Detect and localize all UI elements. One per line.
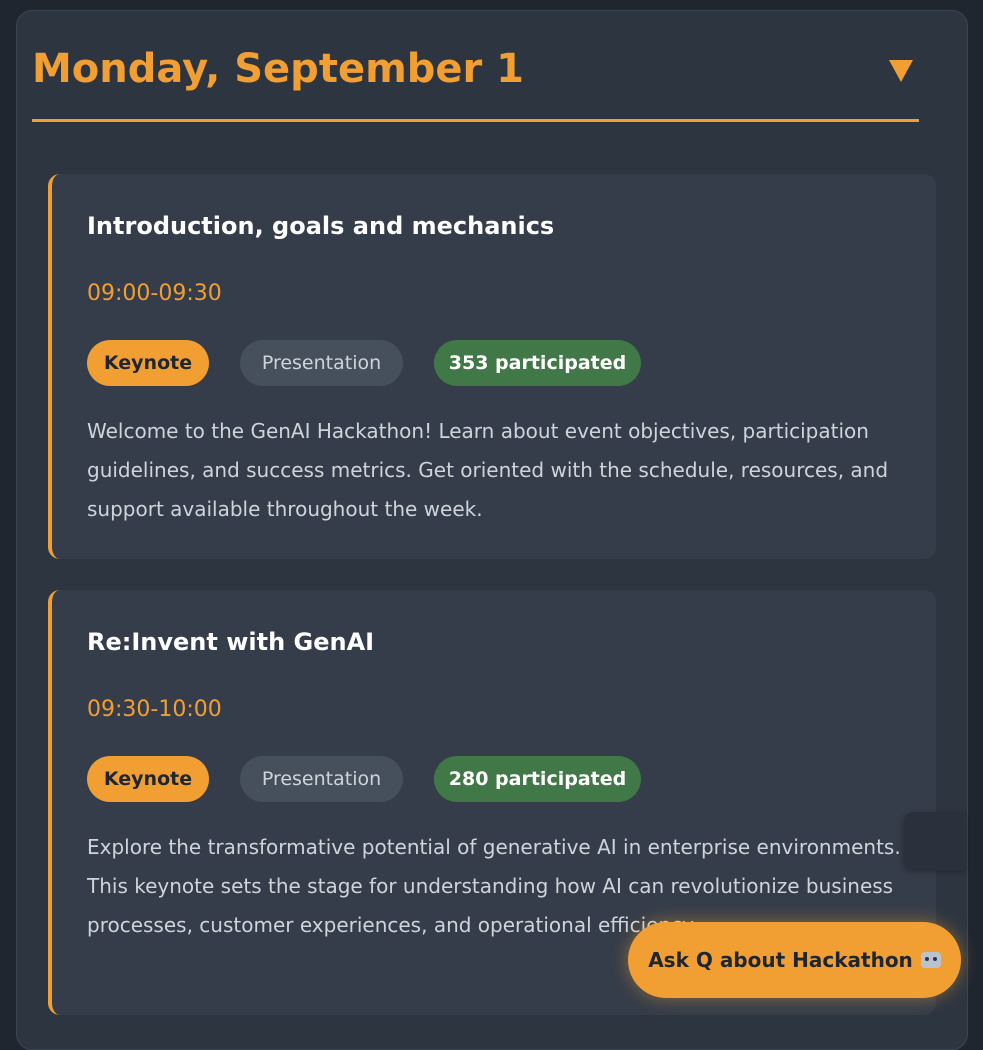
day-title: Monday, September 1 bbox=[32, 46, 524, 92]
format-badge: Presentation bbox=[240, 340, 403, 386]
ask-q-button[interactable]: Ask Q about Hackathon bbox=[628, 922, 961, 998]
format-badge: Presentation bbox=[240, 756, 403, 802]
session-card[interactable]: Introduction, goals and mechanics 09:00-… bbox=[48, 174, 936, 559]
ask-q-label: Ask Q about Hackathon bbox=[648, 948, 913, 972]
session-time: 09:30-10:00 bbox=[87, 697, 222, 722]
participants-badge: 280 participated bbox=[434, 756, 641, 802]
day-header[interactable]: Monday, September 1 bbox=[32, 42, 919, 122]
category-badge: Keynote bbox=[87, 340, 209, 386]
session-time: 09:00-09:30 bbox=[87, 281, 222, 306]
side-panel-tab[interactable] bbox=[905, 812, 967, 870]
session-title: Re:Invent with GenAI bbox=[87, 628, 375, 656]
session-description: Welcome to the GenAI Hackathon! Learn ab… bbox=[87, 419, 889, 521]
category-badge: Keynote bbox=[87, 756, 209, 802]
robot-icon bbox=[920, 952, 941, 968]
session-title: Introduction, goals and mechanics bbox=[87, 212, 555, 240]
collapse-triangle-icon[interactable] bbox=[889, 60, 913, 82]
participants-badge: 353 participated bbox=[434, 340, 641, 386]
